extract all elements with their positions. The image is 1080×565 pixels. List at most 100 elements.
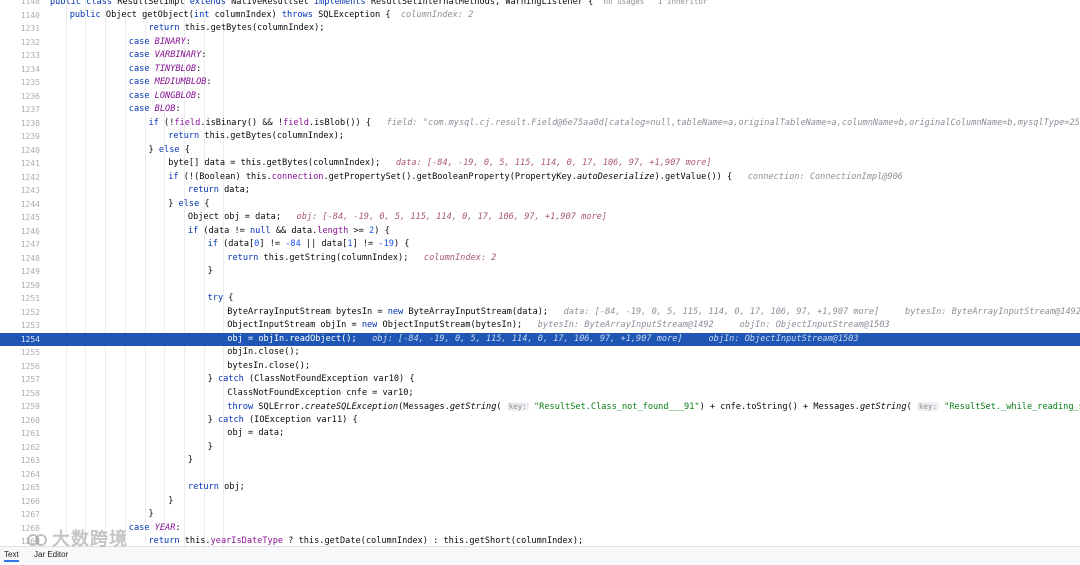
- code-line[interactable]: 1243return data;: [0, 184, 1080, 198]
- code-line[interactable]: 1255objIn.close();: [0, 346, 1080, 360]
- line-number[interactable]: 1242: [0, 171, 40, 185]
- code-line[interactable]: 1251try {: [0, 292, 1080, 306]
- line-number[interactable]: 1260: [0, 414, 40, 428]
- line-number[interactable]: 1262: [0, 441, 40, 455]
- code-token: int: [194, 10, 215, 20]
- code-line[interactable]: 1267}: [0, 508, 1080, 522]
- line-number[interactable]: 1233: [0, 49, 40, 63]
- line-number[interactable]: 1255: [0, 346, 40, 360]
- line-number[interactable]: 1251: [0, 292, 40, 306]
- code-line[interactable]: 1265return obj;: [0, 481, 1080, 495]
- code-token: ObjectInputStream objIn =: [227, 320, 362, 330]
- code-line[interactable]: 1249}: [0, 265, 1080, 279]
- code-line[interactable]: 1269return this.yearIsDateType ? this.ge…: [0, 535, 1080, 546]
- code-line[interactable]: 1140public Object getObject(int columnIn…: [0, 9, 1080, 23]
- line-number[interactable]: 1243: [0, 184, 40, 198]
- line-number[interactable]: 1253: [0, 319, 40, 333]
- code-line[interactable]: 1256bytesIn.close();: [0, 360, 1080, 374]
- line-number[interactable]: 1266: [0, 495, 40, 509]
- line-number[interactable]: 1258: [0, 387, 40, 401]
- line-number[interactable]: 1247: [0, 238, 40, 252]
- line-number[interactable]: 1246: [0, 225, 40, 239]
- code-line[interactable]: 1240} else {: [0, 144, 1080, 158]
- code-token: catch: [218, 374, 249, 384]
- code-line[interactable]: 1244} else {: [0, 198, 1080, 212]
- line-number[interactable]: 1248: [0, 252, 40, 266]
- code-line[interactable]: 1268case YEAR:: [0, 522, 1080, 536]
- line-number[interactable]: 1241: [0, 157, 40, 171]
- line-number[interactable]: 1239: [0, 130, 40, 144]
- code-line[interactable]: 1260} catch (IOException var11) {: [0, 414, 1080, 428]
- code-line[interactable]: 1241byte[] data = this.getBytes(columnIn…: [0, 157, 1080, 171]
- line-number[interactable]: 1256: [0, 360, 40, 374]
- code-token: NativeResultset: [231, 0, 314, 7]
- code-line[interactable]: 1253ObjectInputStream objIn = new Object…: [0, 319, 1080, 333]
- code-token: .getShort(columnIndex);: [464, 536, 583, 546]
- line-number[interactable]: 1244: [0, 198, 40, 212]
- code-token: && data.: [276, 226, 317, 236]
- code-line[interactable]: 1231return this.getBytes(columnIndex);: [0, 22, 1080, 36]
- code-token: BINARY: [155, 37, 186, 47]
- line-number[interactable]: 1236: [0, 90, 40, 104]
- line-number[interactable]: 1231: [0, 22, 40, 36]
- code-token: createSQLException: [305, 402, 398, 412]
- code-line[interactable]: 1234case TINYBLOB:: [0, 63, 1080, 77]
- code-token: .getPropertySet().getBooleanProperty(Pro…: [323, 172, 577, 182]
- code-token: }: [149, 145, 159, 155]
- line-number[interactable]: 1252: [0, 306, 40, 320]
- code-token: length: [317, 226, 353, 236]
- code-line[interactable]: 1248 return this.getString(columnIndex); …: [0, 252, 1080, 266]
- code-line[interactable]: 1140public class ResultSetImpl extends N…: [0, 0, 1080, 9]
- code-line[interactable]: 1259throw SQLError.createSQLException(Me…: [0, 400, 1080, 414]
- code-line[interactable]: 1246if (data != null && data.length >= 2…: [0, 225, 1080, 239]
- line-number[interactable]: 1254: [0, 333, 40, 347]
- code-text: return this.getString(columnIndex); colu…: [227, 252, 496, 266]
- code-line[interactable]: 1258ClassNotFoundException cnfe = var10;: [0, 387, 1080, 401]
- code-line[interactable]: 1236case LONGBLOB:: [0, 90, 1080, 104]
- line-number[interactable]: 1267: [0, 508, 40, 522]
- code-line[interactable]: 1252ByteArrayInputStream bytesIn = new B…: [0, 306, 1080, 320]
- code-line[interactable]: 1232case BINARY:: [0, 36, 1080, 50]
- line-number[interactable]: 1140: [0, 0, 40, 9]
- line-number[interactable]: 1140: [0, 9, 40, 23]
- line-number[interactable]: 1237: [0, 103, 40, 117]
- code-line[interactable]: 1247if (data[0] != -84 || data[1] != -19…: [0, 238, 1080, 252]
- code-text: case MEDIUMBLOB:: [129, 76, 212, 90]
- line-number[interactable]: 1235: [0, 76, 40, 90]
- line-number[interactable]: 1265: [0, 481, 40, 495]
- code-line[interactable]: 1239return this.getBytes(columnIndex);: [0, 130, 1080, 144]
- code-line[interactable]: 1242if (!(Boolean) this.connection.getPr…: [0, 171, 1080, 185]
- line-number[interactable]: 1263: [0, 454, 40, 468]
- line-number[interactable]: 1245: [0, 211, 40, 225]
- code-editor[interactable]: 1140public class ResultSetImpl extends N…: [0, 0, 1080, 546]
- code-line[interactable]: 1235 case MEDIUMBLOB:: [0, 76, 1080, 90]
- code-line[interactable]: 1238if (!field.isBinary() && !field.isBl…: [0, 117, 1080, 131]
- code-token: }: [208, 415, 218, 425]
- code-line[interactable]: 1261 obj = data;: [0, 427, 1080, 441]
- code-token: obj = data;: [227, 428, 284, 438]
- code-line[interactable]: 1257} catch (ClassNotFoundException var1…: [0, 373, 1080, 387]
- line-number[interactable]: 1257: [0, 373, 40, 387]
- code-token: ) + cnfe.toString() + Messages.: [700, 402, 860, 412]
- line-number[interactable]: 1232: [0, 36, 40, 50]
- code-line[interactable]: 1266}: [0, 495, 1080, 509]
- line-number[interactable]: 1250: [0, 279, 40, 293]
- code-line[interactable]: 1233case VARBINARY:: [0, 49, 1080, 63]
- line-number[interactable]: 1238: [0, 117, 40, 131]
- line-number[interactable]: 1240: [0, 144, 40, 158]
- code-line[interactable]: 1263}: [0, 454, 1080, 468]
- line-number[interactable]: 1249: [0, 265, 40, 279]
- code-line[interactable]: 1262}: [0, 441, 1080, 455]
- line-number[interactable]: 1259: [0, 400, 40, 414]
- line-number[interactable]: 1234: [0, 63, 40, 77]
- code-line[interactable]: 1264: [0, 468, 1080, 482]
- current-execution-line[interactable]: 1254obj = objIn.readObject(); obj: [-84,…: [0, 333, 1080, 347]
- code-line[interactable]: 1245Object obj = data; obj: [-84, -19, 0…: [0, 211, 1080, 225]
- line-number[interactable]: 1261: [0, 427, 40, 441]
- code-line[interactable]: 1237case BLOB:: [0, 103, 1080, 117]
- tab-text[interactable]: Text: [4, 550, 19, 562]
- code-token: autoDeserialize: [577, 172, 655, 182]
- code-token: public: [70, 10, 106, 20]
- line-number[interactable]: 1264: [0, 468, 40, 482]
- code-line[interactable]: 1250: [0, 279, 1080, 293]
